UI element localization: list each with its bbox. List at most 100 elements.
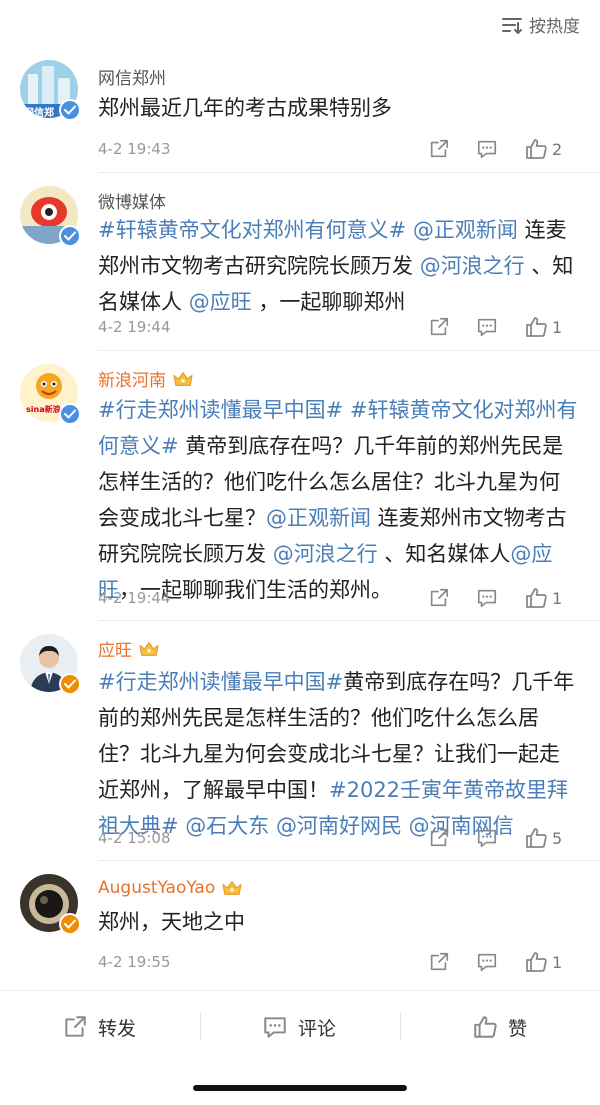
comment-username[interactable]: 微博媒体 <box>98 188 166 213</box>
crown-badge-icon <box>138 640 160 658</box>
share-icon <box>428 951 450 973</box>
comment-text: 郑州最近几年的考古成果特别多 <box>98 90 578 126</box>
share-button[interactable] <box>428 316 476 338</box>
comment-label: 评论 <box>298 1017 337 1040</box>
mention-link[interactable]: @正观新闻 <box>266 506 371 530</box>
comment-icon <box>476 138 498 160</box>
sort-bar: 按热度 <box>0 0 600 50</box>
comment-text: #行走郑州读懂最早中国#黄帝到底存在吗？几千年前的郑州先民是怎样生活的？他们吃什… <box>98 664 578 844</box>
avatar-caption: sina新浪 <box>26 405 61 414</box>
share-icon <box>62 1014 88 1040</box>
like-count: 1 <box>552 588 563 608</box>
reply-button[interactable] <box>476 316 524 338</box>
hashtag-link[interactable]: #行走郑州读懂最早中国# <box>98 398 343 422</box>
comment-text-span: ，一起聊聊郑州 <box>251 290 406 314</box>
divider <box>98 172 600 173</box>
avatar[interactable] <box>20 186 81 247</box>
avatar[interactable] <box>20 874 81 935</box>
crown-badge-icon <box>221 879 243 897</box>
divider <box>200 1013 201 1041</box>
comment-username[interactable]: 新浪河南 <box>98 366 194 391</box>
like-button[interactable]: 1 <box>524 315 584 339</box>
comment-icon <box>476 827 498 849</box>
comment-username[interactable]: AugustYaoYao <box>98 878 243 898</box>
comment-text-span <box>406 218 413 242</box>
verified-badge-icon <box>59 673 81 695</box>
thumbs-up-icon <box>524 586 548 610</box>
mention-link[interactable]: @应旺 <box>189 290 252 314</box>
thumbs-up-icon <box>472 1014 498 1040</box>
mention-link[interactable]: @正观新闻 <box>413 218 518 242</box>
avatar[interactable]: 网信郑 <box>20 60 81 121</box>
like-count: 5 <box>552 828 563 848</box>
comment-meta: 4-2 15:08 5 <box>98 825 584 851</box>
comment-time: 4-2 15:08 <box>98 829 171 847</box>
share-button[interactable] <box>428 138 476 160</box>
mention-link[interactable]: @河浪之行 <box>420 254 525 278</box>
thumbs-up-icon <box>524 315 548 339</box>
comment-username[interactable]: 应旺 <box>98 636 160 661</box>
like-button[interactable]: 5 <box>524 826 584 850</box>
comment-time: 4-2 19:44 <box>98 589 171 607</box>
divider <box>98 860 600 861</box>
comment-time: 4-2 19:55 <box>98 953 171 971</box>
like-button[interactable]: 1 <box>524 950 584 974</box>
comment-text-span: 、知名媒体人 <box>377 542 511 566</box>
reply-button[interactable] <box>476 587 524 609</box>
comment-text: #轩辕黄帝文化对郑州有何意义# @正观新闻 连麦郑州市文物考古研究院院长顾万发 … <box>98 212 578 320</box>
share-icon <box>428 316 450 338</box>
share-icon <box>428 587 450 609</box>
reply-button[interactable] <box>476 827 524 849</box>
comment-text: #行走郑州读懂最早中国# #轩辕黄帝文化对郑州有何意义# 黄帝到底存在吗？几千年… <box>98 392 578 608</box>
divider <box>400 1013 401 1041</box>
avatar[interactable]: sina新浪 <box>20 364 81 425</box>
comment-text: 郑州，天地之中 <box>98 904 578 940</box>
avatar-caption: 网信郑 <box>24 108 54 119</box>
comment-meta: 4-2 19:44 1 <box>98 314 584 340</box>
comment-icon <box>476 587 498 609</box>
sort-icon <box>502 17 522 34</box>
comment-icon <box>262 1014 288 1040</box>
share-button[interactable] <box>428 951 476 973</box>
verified-badge-icon <box>59 99 81 121</box>
share-icon <box>428 827 450 849</box>
like-count: 2 <box>552 139 563 159</box>
mention-link[interactable]: @河浪之行 <box>273 542 378 566</box>
thumbs-up-icon <box>524 950 548 974</box>
divider <box>98 620 600 621</box>
comment-meta: 4-2 19:55 1 <box>98 949 584 975</box>
like-post-button[interactable]: 赞 <box>472 1005 527 1049</box>
like-button[interactable]: 1 <box>524 586 584 610</box>
divider <box>98 350 600 351</box>
repost-button[interactable]: 转发 <box>62 1005 136 1049</box>
comment-username[interactable]: 网信郑州 <box>98 64 166 89</box>
repost-label: 转发 <box>98 1017 137 1040</box>
like-label: 赞 <box>508 1017 528 1040</box>
hashtag-link[interactable]: #轩辕黄帝文化对郑州有何意义# <box>98 218 406 242</box>
verified-badge-icon <box>59 403 81 425</box>
reply-button[interactable] <box>476 138 524 160</box>
share-button[interactable] <box>428 587 476 609</box>
verified-badge-icon <box>59 225 81 247</box>
like-button[interactable]: 2 <box>524 137 584 161</box>
like-count: 1 <box>552 317 563 337</box>
comment-text-span: 郑州最近几年的考古成果特别多 <box>98 96 392 120</box>
share-icon <box>428 138 450 160</box>
comment-text-span: 郑州，天地之中 <box>98 910 245 934</box>
thumbs-up-icon <box>524 137 548 161</box>
comment-button[interactable]: 评论 <box>262 1005 336 1049</box>
like-count: 1 <box>552 952 563 972</box>
sort-by-hot-button[interactable]: 按热度 <box>501 12 580 37</box>
comment-time: 4-2 19:44 <box>98 318 171 336</box>
hashtag-link[interactable]: #行走郑州读懂最早中国# <box>98 670 343 694</box>
sort-label: 按热度 <box>529 17 580 37</box>
comment-icon <box>476 316 498 338</box>
reply-button[interactable] <box>476 951 524 973</box>
verified-badge-icon <box>59 913 81 935</box>
home-indicator <box>193 1085 407 1091</box>
comment-meta: 4-2 19:43 2 <box>98 136 584 162</box>
share-button[interactable] <box>428 827 476 849</box>
comment-icon <box>476 951 498 973</box>
avatar[interactable] <box>20 634 81 695</box>
thumbs-up-icon <box>524 826 548 850</box>
